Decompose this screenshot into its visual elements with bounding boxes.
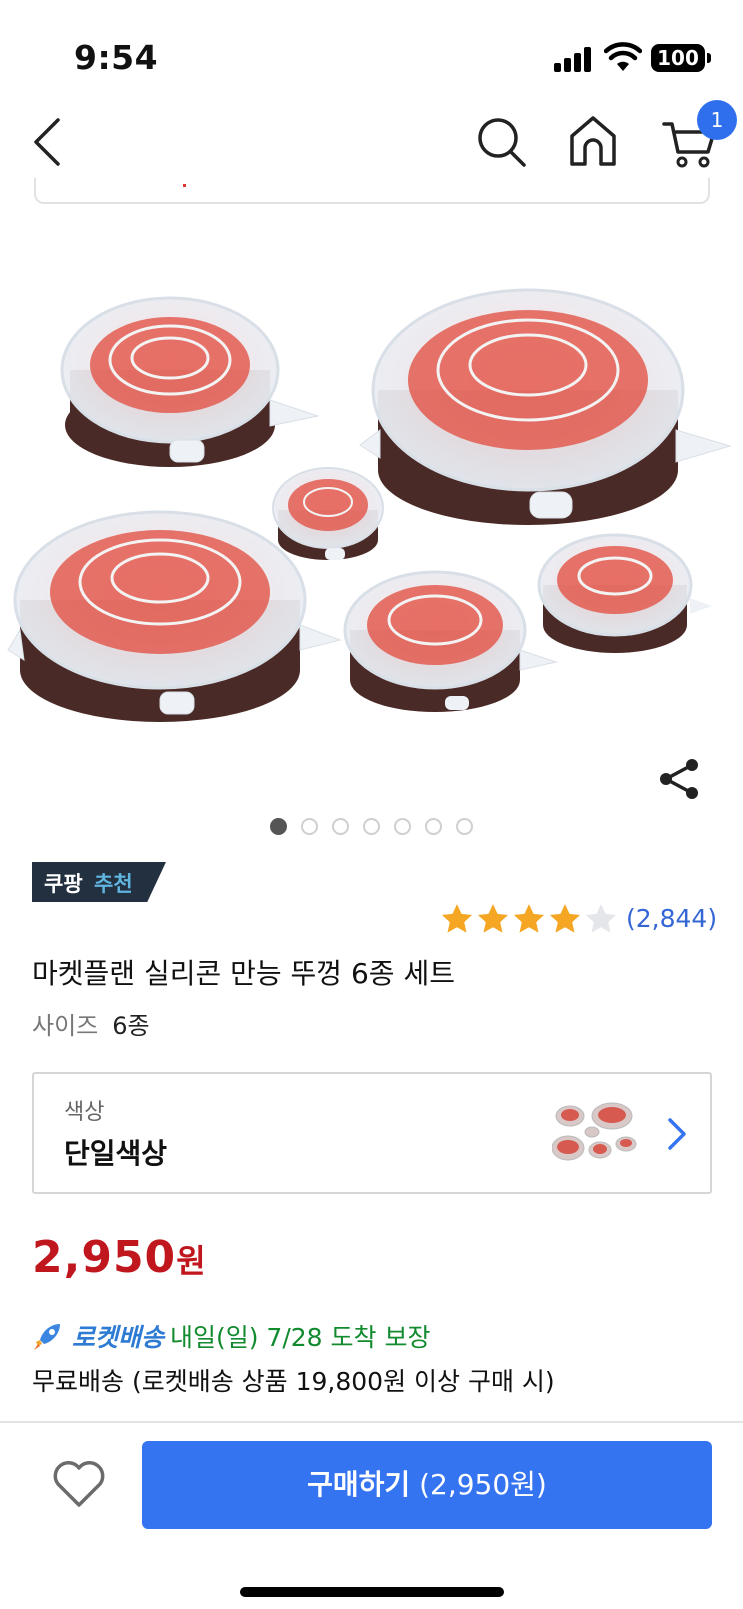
rating[interactable]: (2,844)	[440, 900, 730, 940]
rocket-delivery-label: 로켓배송	[71, 1323, 164, 1352]
badge-text-brand: 쿠팡	[44, 872, 83, 896]
option-thumbnail	[552, 1102, 637, 1161]
pagination-dot[interactable]	[363, 818, 380, 835]
star-icon	[513, 904, 545, 933]
share-icon[interactable]	[656, 756, 702, 802]
bottom-action-bar: 구매하기 (2,950원)	[0, 1421, 743, 1609]
decorative-dot	[183, 184, 186, 187]
chevron-left-icon[interactable]	[28, 114, 68, 170]
bowl-lid-graphic	[359, 288, 732, 525]
home-icon[interactable]	[566, 112, 620, 170]
option-value: 단일색상	[64, 1137, 168, 1170]
bowl-lid-graphic	[537, 533, 712, 653]
pagination-dot[interactable]	[394, 818, 411, 835]
price-unit: 원	[176, 1242, 206, 1280]
pagination-dot[interactable]	[456, 818, 473, 835]
cart-count-badge[interactable]: 1	[697, 100, 737, 140]
price: 2,950원	[32, 1232, 206, 1283]
buy-button[interactable]: 구매하기 (2,950원)	[142, 1441, 712, 1529]
buy-price: (2,950원)	[419, 1468, 547, 1501]
review-count[interactable]: (2,844)	[626, 904, 717, 933]
star-icon	[477, 904, 509, 933]
badge-text-recommend: 추천	[94, 872, 133, 896]
home-indicator	[240, 1587, 504, 1597]
free-shipping-note: 무료배송 (로켓배송 상품 19,800원 이상 구매 시)	[32, 1367, 555, 1396]
bowl-lid-graphic	[343, 570, 558, 712]
pagination-dot[interactable]	[332, 818, 349, 835]
size-value: 6종	[112, 1012, 150, 1040]
status-bar: 9:54 100	[0, 0, 743, 100]
star-icon	[441, 904, 473, 933]
star-icon	[549, 904, 581, 933]
pagination-dot[interactable]	[301, 818, 318, 835]
option-label: 색상	[64, 1100, 105, 1125]
size-label: 사이즈	[32, 1012, 99, 1040]
product-image[interactable]	[0, 230, 743, 790]
wifi-icon	[604, 42, 642, 71]
color-option-selector[interactable]: 색상 단일색상	[32, 1072, 712, 1194]
delivery-info: 로켓배송 내일(일) 7/28 도착 보장	[32, 1318, 430, 1354]
signal-icon	[554, 46, 594, 72]
status-time: 9:54	[74, 38, 159, 77]
star-icon	[585, 904, 617, 933]
price-amount: 2,950	[32, 1232, 177, 1283]
buy-label: 구매하기	[307, 1468, 411, 1501]
pagination-dot[interactable]	[270, 818, 287, 835]
recommended-badge: 쿠팡 추천	[32, 862, 166, 902]
size-row: 사이즈 6종	[32, 1006, 150, 1041]
image-pagination	[0, 818, 743, 838]
heart-icon[interactable]	[52, 1459, 106, 1509]
bowl-lid-graphic	[60, 296, 320, 467]
product-title: 마켓플랜 실리콘 만능 뚜껑 6종 세트	[32, 957, 455, 990]
top-nav	[0, 100, 743, 190]
previous-card-edge	[34, 178, 710, 204]
bowl-lid-graphic	[272, 467, 384, 560]
pagination-dot[interactable]	[425, 818, 442, 835]
rocket-icon	[34, 1324, 60, 1350]
chevron-right-icon	[668, 1118, 686, 1150]
search-icon[interactable]	[474, 114, 528, 170]
battery-indicator: 100	[651, 44, 711, 72]
arrival-guarantee: 내일(일) 7/28 도착 보장	[169, 1323, 431, 1352]
